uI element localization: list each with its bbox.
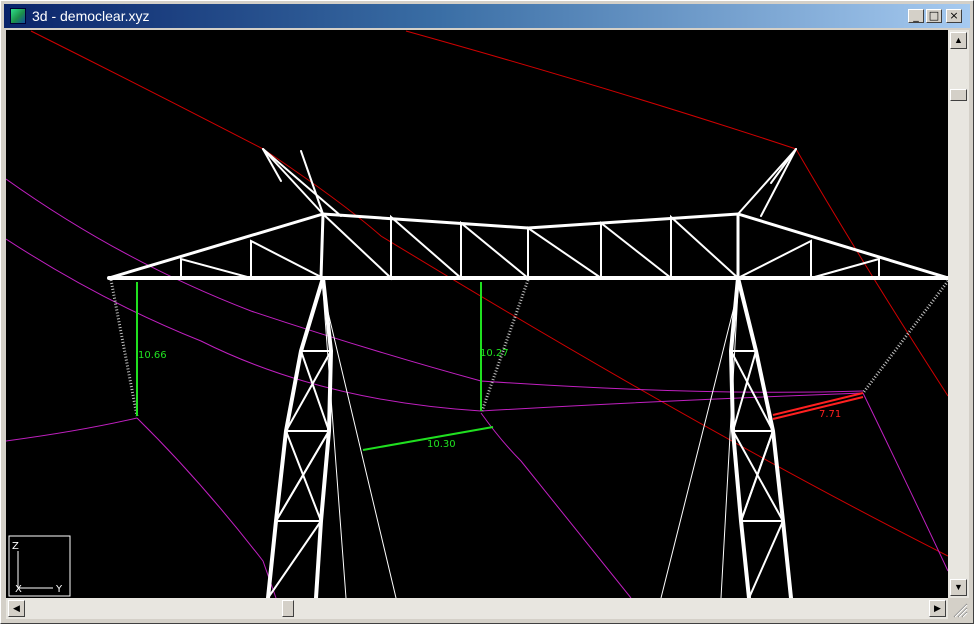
scroll-right-button[interactable]: ▶ (929, 600, 946, 617)
scroll-down-button[interactable]: ▼ (950, 579, 967, 596)
clearance-label: 10.27 (480, 348, 509, 359)
transmission-tower (107, 148, 948, 598)
insulator-group (109, 279, 948, 417)
size-grip[interactable] (948, 598, 969, 619)
vertical-scroll-thumb[interactable] (950, 89, 967, 101)
conductor-red (262, 148, 948, 557)
conductor-red (30, 30, 264, 150)
conductor-magenta (6, 417, 138, 442)
insulator-string (480, 279, 530, 412)
conductor-top-group (30, 30, 948, 557)
maximize-button[interactable]: □ (926, 9, 942, 23)
horizontal-scroll-thumb[interactable] (282, 600, 294, 617)
axis-x-label: X (15, 584, 22, 595)
scroll-up-button[interactable]: ▲ (950, 32, 967, 49)
close-button[interactable]: × (946, 9, 962, 23)
scroll-left-button[interactable]: ◀ (8, 600, 25, 617)
clearance-label: 10.66 (138, 350, 167, 361)
minimize-button[interactable]: _ (908, 9, 924, 23)
clearance-line-violation (772, 396, 864, 420)
app-window: 3d - democlear.xyz _ □ × 10.66 10.27 10.… (0, 0, 974, 624)
3d-viewport[interactable]: 10.66 10.27 10.30 7.71 Z X Y (6, 30, 948, 598)
resize-grip-icon (953, 603, 968, 618)
axis-y-label: Y (55, 584, 63, 595)
vertical-scrollbar[interactable]: ▲ ▼ (948, 30, 969, 598)
window-title: 3d - democlear.xyz (32, 8, 150, 24)
conductor-magenta (136, 417, 277, 598)
title-bar[interactable]: 3d - democlear.xyz _ □ × (4, 4, 970, 28)
app-icon[interactable] (10, 8, 26, 24)
axis-z-label: Z (12, 541, 19, 552)
horizontal-scrollbar[interactable]: ◀ ▶ (6, 598, 948, 619)
axis-triad: Z X Y (8, 535, 71, 597)
scene-canvas: 10.66 10.27 10.30 7.71 Z X Y (6, 30, 948, 598)
conductor-red (405, 30, 797, 150)
conductor-magenta (480, 412, 632, 598)
conductor-magenta (862, 392, 948, 572)
clearance-label: 10.30 (427, 439, 456, 450)
insulator-string (109, 279, 139, 417)
conductor-phase-group (6, 178, 948, 598)
clearance-label: 7.71 (819, 409, 841, 420)
